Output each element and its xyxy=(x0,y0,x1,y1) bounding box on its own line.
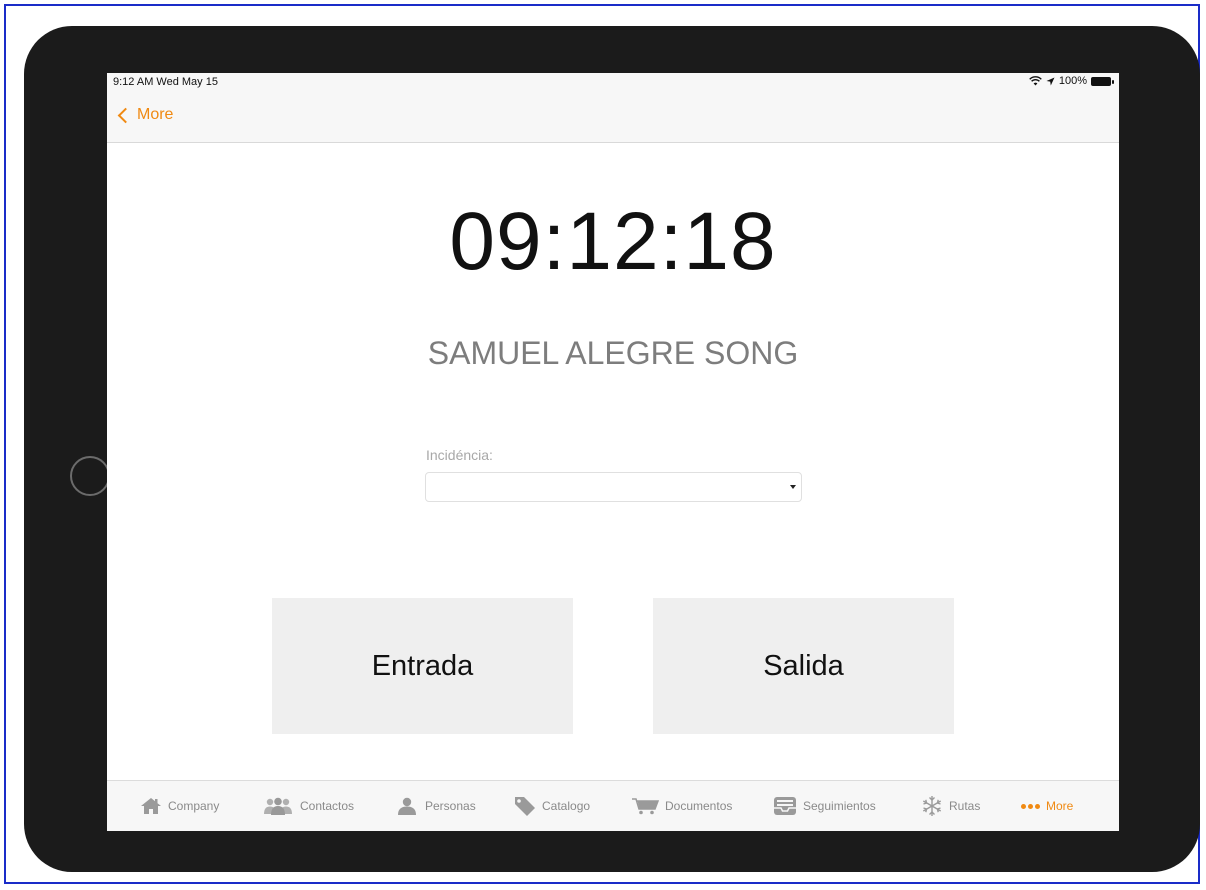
cart-icon xyxy=(632,798,659,815)
tab-label: Rutas xyxy=(949,799,981,813)
people-icon xyxy=(264,797,292,815)
home-button[interactable] xyxy=(70,456,110,496)
tag-icon xyxy=(515,797,535,816)
tab-label: Personas xyxy=(425,799,476,813)
tab-label: Catalogo xyxy=(542,799,591,813)
incidencia-label: Incidéncia: xyxy=(426,447,493,463)
tab-company[interactable]: Company xyxy=(140,781,219,831)
tab-bar: Company Contactos Personas Catalogo Docu… xyxy=(107,780,1119,831)
tab-label: Documentos xyxy=(665,799,733,813)
tab-label: Contactos xyxy=(300,799,355,813)
salida-button[interactable]: Salida xyxy=(653,598,954,734)
tab-label: Seguimientos xyxy=(803,799,876,813)
wifi-icon xyxy=(1029,76,1042,86)
status-time: 9:12 AM Wed May 15 xyxy=(113,76,218,88)
tab-rutas[interactable]: Rutas xyxy=(921,781,980,831)
back-button[interactable]: More xyxy=(117,106,173,124)
entrada-button[interactable]: Entrada xyxy=(272,598,573,734)
person-icon xyxy=(398,797,416,815)
tab-label: More xyxy=(1046,799,1074,813)
tab-catalogo[interactable]: Catalogo xyxy=(514,781,590,831)
caret-down-icon xyxy=(790,485,796,489)
app-screen: 9:12 AM Wed May 15 100% More 09:12:18 SA… xyxy=(107,73,1119,831)
tab-documentos[interactable]: Documentos xyxy=(631,781,732,831)
status-indicators: 100% xyxy=(1029,75,1114,87)
battery-percent: 100% xyxy=(1058,75,1087,87)
tab-more[interactable]: More xyxy=(1021,781,1073,831)
back-button-label: More xyxy=(137,106,174,123)
battery-icon xyxy=(1091,76,1114,86)
chevron-left-icon xyxy=(117,107,134,123)
tab-contactos[interactable]: Contactos xyxy=(262,781,354,831)
incidencia-select[interactable] xyxy=(425,472,802,502)
tab-label: Company xyxy=(168,799,220,813)
user-name: SAMUEL ALEGRE SONG xyxy=(427,335,799,371)
top-bar: 9:12 AM Wed May 15 100% More xyxy=(107,73,1119,143)
home-icon xyxy=(141,798,161,814)
location-icon xyxy=(1046,77,1055,85)
clock-display: 09:12:18 xyxy=(449,196,777,287)
snowflake-icon xyxy=(922,796,942,816)
tab-seguimientos[interactable]: Seguimientos xyxy=(773,781,876,831)
inbox-icon xyxy=(774,797,796,815)
more-dots-icon xyxy=(1021,803,1040,809)
tab-personas[interactable]: Personas xyxy=(395,781,476,831)
